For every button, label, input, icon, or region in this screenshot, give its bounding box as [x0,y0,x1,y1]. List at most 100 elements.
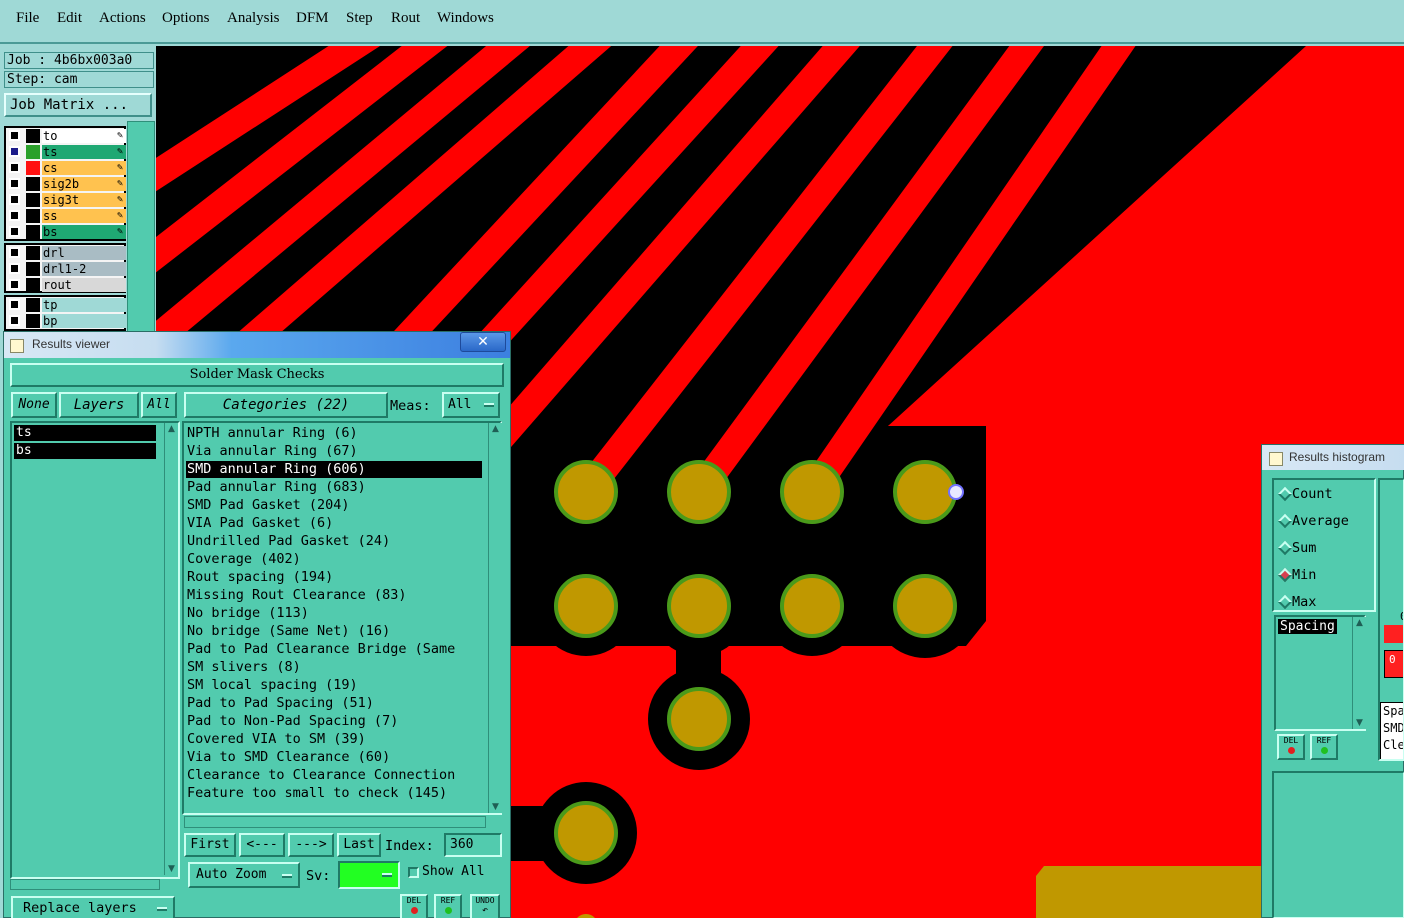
category-item[interactable]: Via annular Ring (67) [186,443,482,460]
histogram-titlebar[interactable]: Results histogram [1262,445,1404,470]
layer-checkbox[interactable] [9,226,20,237]
menu-windows[interactable]: Windows [437,10,494,27]
menu-rout[interactable]: Rout [391,10,420,27]
category-item[interactable]: No bridge (Same Net) (16) [186,623,482,640]
layer-row-rout[interactable]: rout [6,277,126,293]
category-item[interactable]: Pad annular Ring (683) [186,479,482,496]
menu-dfm[interactable]: DFM [296,10,329,27]
layer-list-item[interactable]: ts [14,425,156,441]
category-item[interactable]: SM slivers (8) [186,659,482,676]
meas-dropdown[interactable]: All [442,392,500,418]
layer-checkbox[interactable] [9,247,20,258]
zoom-dropdown[interactable]: Auto Zoom [188,862,300,888]
radio-min[interactable]: Min [1277,567,1316,583]
job-matrix-button[interactable]: Job Matrix ... [4,93,152,117]
layer-row-drl[interactable]: drl [6,245,126,261]
menu-edit[interactable]: Edit [57,10,82,27]
all-button[interactable]: All [141,392,177,418]
category-item[interactable]: Clearance to Clearance Connection [186,767,482,784]
layer-name[interactable]: tp [42,298,126,312]
layers-scrollbar[interactable]: ▲ ▼ [164,423,178,875]
prev-button[interactable]: <--- [239,833,285,857]
ref-button[interactable]: REF [434,894,462,918]
radio-max[interactable]: Max [1277,594,1316,610]
category-item[interactable]: Via to SMD Clearance (60) [186,749,482,766]
show-all-checkbox[interactable] [408,867,419,878]
layer-name[interactable]: rout [42,278,126,292]
layer-name[interactable]: drl1-2 [42,262,126,276]
layer-row-ss[interactable]: ss ✎ [6,208,126,224]
layer-name[interactable]: ts ✎ [42,145,126,159]
replace-layers-dropdown[interactable]: Replace layers [11,896,175,918]
category-item[interactable]: Pad to Non-Pad Spacing (7) [186,713,482,730]
layer-row-tp[interactable]: tp [6,297,126,313]
category-item[interactable]: Missing Rout Clearance (83) [186,587,482,604]
category-item[interactable]: VIA Pad Gasket (6) [186,515,482,532]
layers-list[interactable]: ts bs ▲ ▼ [10,421,180,879]
layer-row-bs[interactable]: bs ✎ [6,224,126,240]
scroll-down-icon[interactable]: ▼ [489,801,502,813]
histogram-scrollbar[interactable]: ▲ ▼ [1352,617,1366,729]
menu-file[interactable]: File [16,10,39,27]
category-item[interactable]: Covered VIA to SM (39) [186,731,482,748]
layer-checkbox[interactable] [9,162,20,173]
menu-actions[interactable]: Actions [99,10,146,27]
layer-list-item[interactable]: bs [14,443,156,459]
layer-checkbox[interactable] [9,194,20,205]
category-item[interactable]: No bridge (113) [186,605,482,622]
layer-row-to[interactable]: to ✎ [6,128,126,144]
layer-row-sig2b[interactable]: sig2b ✎ [6,176,126,192]
category-item[interactable]: SMD annular Ring (606) [186,461,482,478]
results-viewer-titlebar[interactable]: Results viewer [4,332,510,358]
sv-color-dropdown[interactable] [338,861,400,889]
category-item[interactable]: Pad to Pad Clearance Bridge (Same [186,641,482,658]
close-button[interactable]: ✕ [460,332,506,352]
scroll-up-icon[interactable]: ▲ [489,423,502,435]
scroll-up-icon[interactable]: ▲ [165,423,178,435]
category-item[interactable]: Undrilled Pad Gasket (24) [186,533,482,550]
check-name-button[interactable]: Solder Mask Checks [10,363,504,387]
layer-row-ts[interactable]: ts ✎ [6,144,126,160]
none-button[interactable]: None [11,392,57,418]
layers-hscrollbar[interactable] [10,879,160,890]
layer-name[interactable]: ss ✎ [42,209,126,223]
layer-row-cs[interactable]: cs ✎ [6,160,126,176]
layer-row-drl1-2[interactable]: drl1-2 [6,261,126,277]
layers-button[interactable]: Layers [59,392,139,418]
category-item[interactable]: NPTH annular Ring (6) [186,425,482,442]
menu-step[interactable]: Step [346,10,373,27]
last-button[interactable]: Last [337,833,381,857]
category-item[interactable]: Coverage (402) [186,551,482,568]
categories-list[interactable]: NPTH annular Ring (6) Via annular Ring (6… [182,421,502,815]
categories-button[interactable]: Categories (22) [184,392,388,418]
layer-name[interactable]: cs ✎ [42,161,126,175]
layer-row-bp[interactable]: bp [6,313,126,329]
layer-name[interactable]: drl [42,246,126,260]
scroll-up-icon[interactable]: ▲ [1353,617,1366,629]
layer-name[interactable]: bp [42,314,126,328]
layer-name[interactable]: sig2b ✎ [42,177,126,191]
layer-checkbox[interactable] [9,146,20,157]
layer-checkbox[interactable] [9,279,20,290]
scroll-down-icon[interactable]: ▼ [165,863,178,875]
layer-checkbox[interactable] [9,178,20,189]
category-item[interactable]: Feature too small to check (145) [186,785,482,802]
histogram-list-item[interactable]: Spacing [1278,619,1337,634]
layer-name[interactable]: to ✎ [42,129,126,143]
radio-sum[interactable]: Sum [1277,540,1316,556]
menu-analysis[interactable]: Analysis [227,10,280,27]
index-input[interactable]: 360 [444,833,502,857]
layer-checkbox[interactable] [9,210,20,221]
histogram-del-button[interactable]: DEL [1277,734,1305,760]
categories-scrollbar[interactable]: ▲ ▼ [488,423,502,813]
radio-average[interactable]: Average [1277,513,1349,529]
first-button[interactable]: First [184,833,236,857]
undo-button[interactable]: UNDO ↶ [470,894,500,918]
layer-checkbox[interactable] [9,130,20,141]
layer-checkbox[interactable] [9,315,20,326]
menu-options[interactable]: Options [162,10,210,27]
layer-name[interactable]: bs ✎ [42,225,126,239]
layer-row-sig3t[interactable]: sig3t ✎ [6,192,126,208]
radio-count[interactable]: Count [1277,486,1333,502]
layer-name[interactable]: sig3t ✎ [42,193,126,207]
